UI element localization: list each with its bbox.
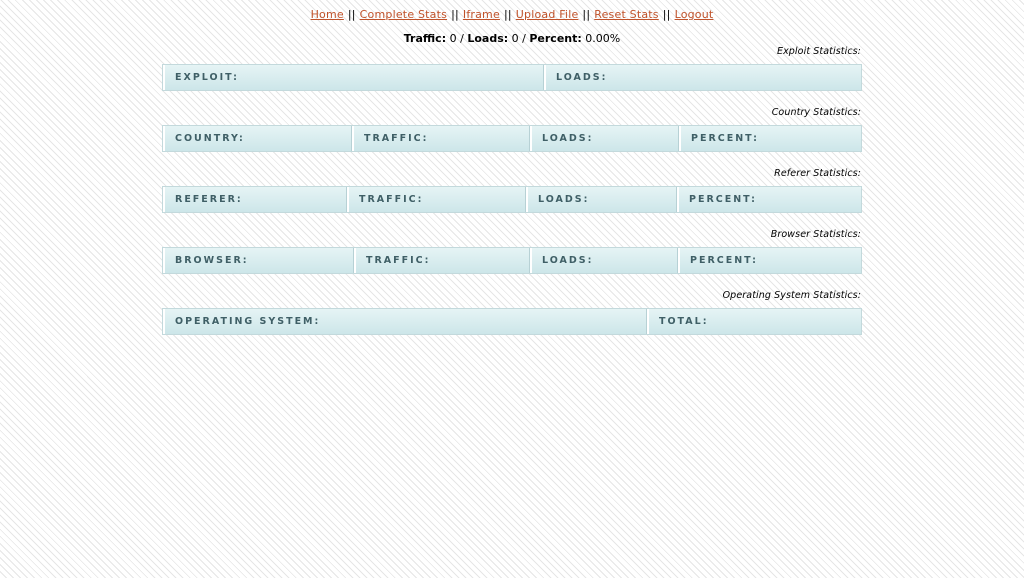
nav-link-upload-file[interactable]: Upload File bbox=[516, 8, 579, 21]
percent-value: 0.00% bbox=[585, 32, 621, 45]
country-table-header: COUNTRY: TRAFFIC: LOADS: PERCENT: bbox=[162, 125, 862, 152]
browser-statistics-caption: Browser Statistics: bbox=[770, 229, 861, 240]
column-header-traffic: TRAFFIC: bbox=[347, 187, 526, 212]
column-header-loads: LOADS: bbox=[544, 65, 861, 90]
nav-separator: || bbox=[582, 8, 591, 21]
column-header-traffic: TRAFFIC: bbox=[354, 248, 530, 273]
column-header-exploit: EXPLOIT: bbox=[163, 65, 544, 90]
column-header-loads: LOADS: bbox=[526, 187, 677, 212]
exploit-table-header: EXPLOIT: LOADS: bbox=[162, 64, 862, 91]
column-header-country: COUNTRY: bbox=[163, 126, 352, 151]
country-statistics-section: Country Statistics: COUNTRY: TRAFFIC: LO… bbox=[162, 106, 862, 152]
browser-table-header: BROWSER: TRAFFIC: LOADS: PERCENT: bbox=[162, 247, 862, 274]
nav-link-reset-stats[interactable]: Reset Stats bbox=[594, 8, 659, 21]
os-statistics-caption: Operating System Statistics: bbox=[722, 290, 861, 301]
nav-separator: || bbox=[451, 8, 459, 21]
country-statistics-caption: Country Statistics: bbox=[771, 107, 861, 118]
nav-link-complete-stats[interactable]: Complete Stats bbox=[360, 8, 447, 21]
nav-link-home[interactable]: Home bbox=[311, 8, 344, 21]
exploit-statistics-caption: Exploit Statistics: bbox=[776, 46, 861, 57]
loads-value: 0 bbox=[511, 32, 519, 45]
column-header-percent: PERCENT: bbox=[678, 248, 861, 273]
nav-link-iframe[interactable]: Iframe bbox=[463, 8, 500, 21]
summary-divider: / bbox=[460, 32, 464, 45]
nav-separator: || bbox=[503, 8, 512, 21]
traffic-summary: Traffic: 0 / Loads: 0 / Percent: 0.00% bbox=[0, 32, 1024, 45]
traffic-label: Traffic: bbox=[403, 32, 447, 45]
exploit-statistics-section: Exploit Statistics: EXPLOIT: LOADS: bbox=[162, 45, 862, 91]
traffic-value: 0 bbox=[449, 32, 457, 45]
column-header-referer: REFERER: bbox=[163, 187, 347, 212]
column-header-total: TOTAL: bbox=[647, 309, 861, 334]
referer-statistics-caption: Referer Statistics: bbox=[774, 168, 861, 179]
browser-statistics-section: Browser Statistics: BROWSER: TRAFFIC: LO… bbox=[162, 228, 862, 274]
percent-label: Percent: bbox=[529, 32, 582, 45]
referer-table-header: REFERER: TRAFFIC: LOADS: PERCENT: bbox=[162, 186, 862, 213]
os-table-header: OPERATING SYSTEM: TOTAL: bbox=[162, 308, 862, 335]
column-header-operating-system: OPERATING SYSTEM: bbox=[163, 309, 647, 334]
referer-statistics-section: Referer Statistics: REFERER: TRAFFIC: LO… bbox=[162, 167, 862, 213]
column-header-percent: PERCENT: bbox=[679, 126, 861, 151]
column-header-loads: LOADS: bbox=[530, 126, 679, 151]
nav-separator: || bbox=[662, 8, 671, 21]
column-header-loads: LOADS: bbox=[530, 248, 678, 273]
nav-separator: || bbox=[347, 8, 356, 21]
nav-link-logout[interactable]: Logout bbox=[675, 8, 714, 21]
top-navigation: Home || Complete Stats || Iframe || Upload Fil… bbox=[0, 8, 1024, 21]
column-header-browser: BROWSER: bbox=[163, 248, 354, 273]
loads-label: Loads: bbox=[467, 32, 509, 45]
column-header-percent: PERCENT: bbox=[677, 187, 861, 212]
column-header-traffic: TRAFFIC: bbox=[352, 126, 530, 151]
summary-divider: / bbox=[522, 32, 526, 45]
os-statistics-section: Operating System Statistics: OPERATING S… bbox=[162, 289, 862, 335]
